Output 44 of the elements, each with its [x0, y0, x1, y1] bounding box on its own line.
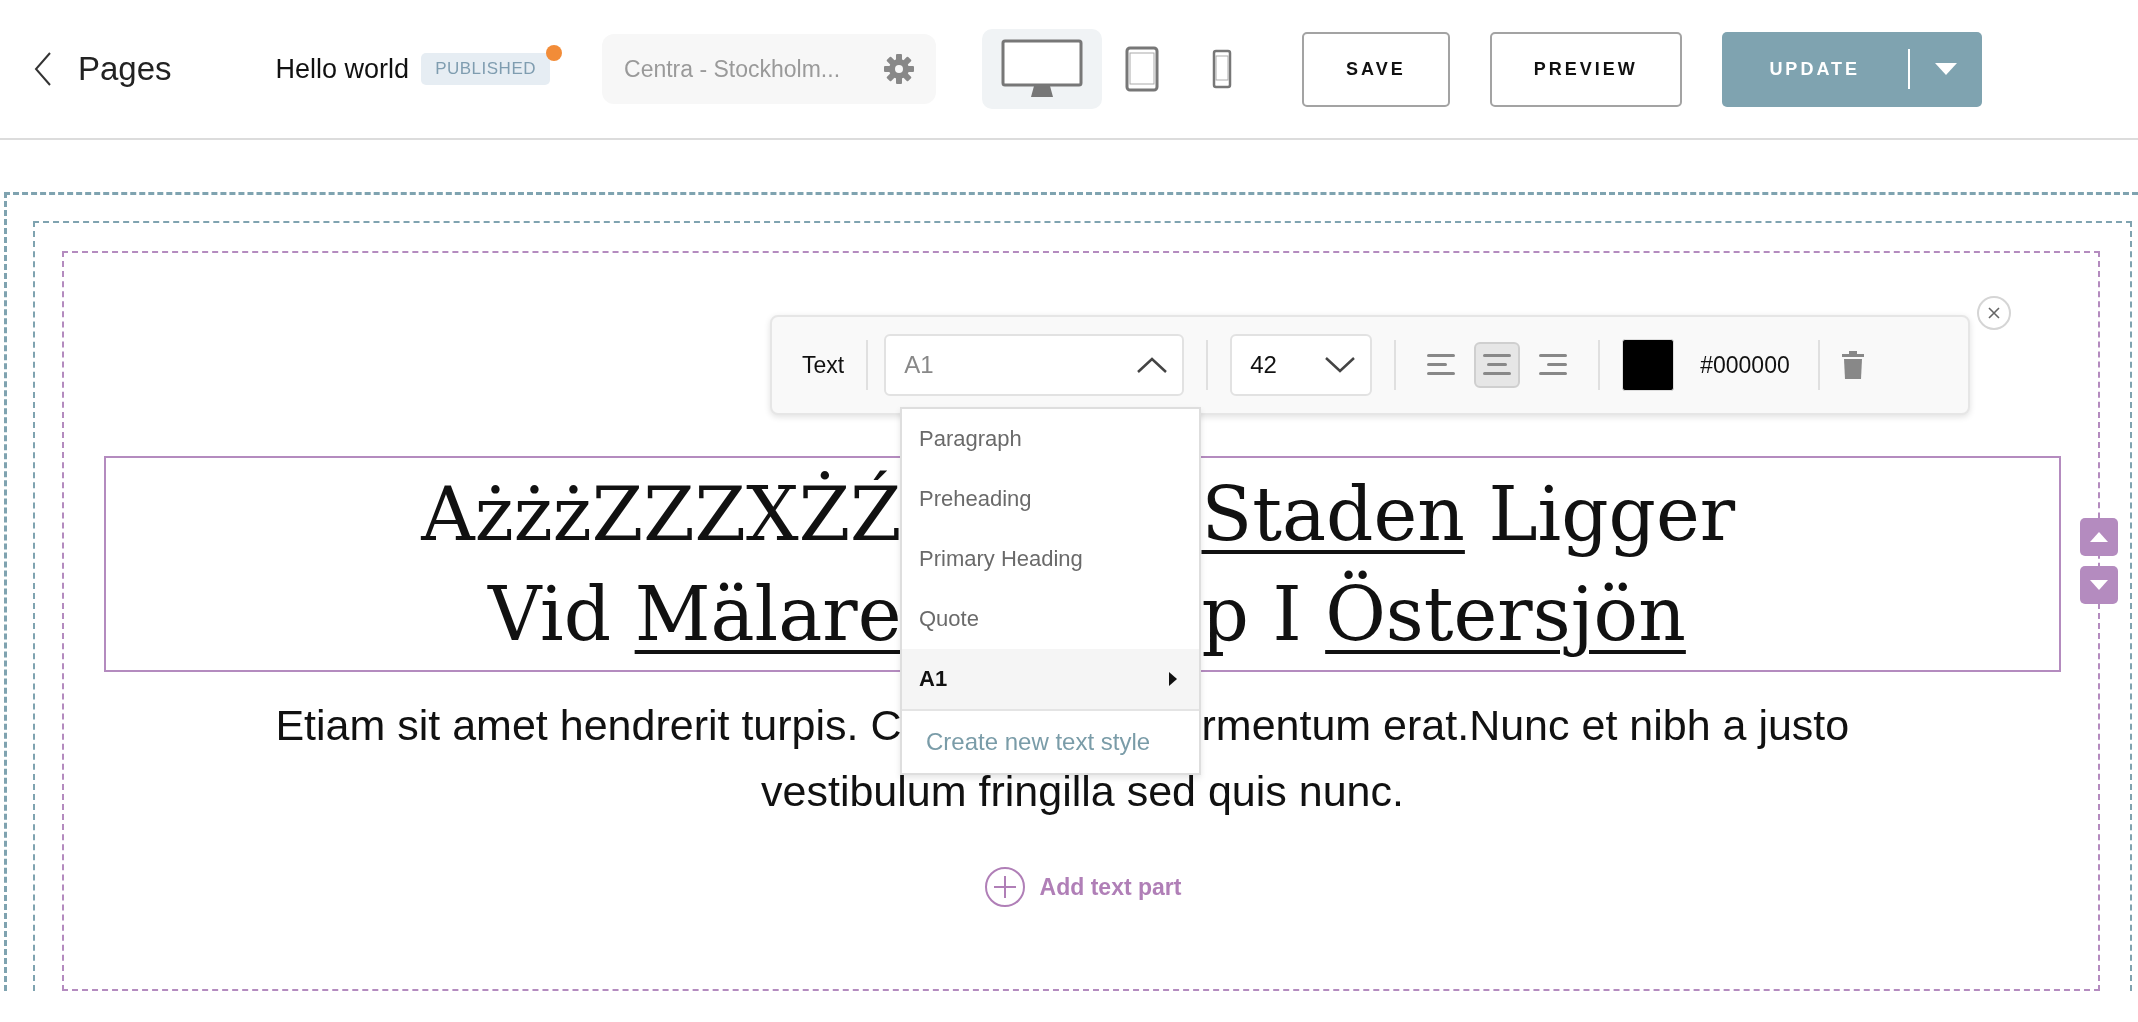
- body-text: Etiam sit amet hendrerit turpis. C: [274, 700, 902, 751]
- move-down-button[interactable]: [2080, 566, 2118, 604]
- toolbar-button[interactable]: PREVIEW: [1489, 31, 1682, 107]
- align-center-icon: [1483, 354, 1512, 376]
- menu-item[interactable]: Primary Heading: [902, 529, 1199, 589]
- tablet-icon: [1125, 46, 1159, 92]
- align-button[interactable]: [1474, 342, 1521, 388]
- plus-circle-icon: [983, 866, 1026, 908]
- toolbar-button[interactable]: SAVE: [1302, 31, 1450, 107]
- headline-text: AżżżZZZXŻŹ: [419, 469, 902, 559]
- triangle-down-icon: [2090, 580, 2108, 590]
- chevron-icon: [1324, 356, 1357, 374]
- settings-icon: [884, 54, 914, 84]
- headline-text: p I Östersjön: [1201, 569, 1687, 659]
- desktop-icon: [1001, 39, 1083, 99]
- color-swatch[interactable]: [1622, 339, 1675, 391]
- chevron-icon: [1136, 356, 1169, 374]
- delete-button[interactable]: [1841, 351, 1864, 379]
- create-style-link[interactable]: Create new text style: [902, 709, 1199, 773]
- font-size-select[interactable]: 42: [1230, 334, 1373, 396]
- move-up-button[interactable]: [2080, 518, 2118, 556]
- menu-item[interactable]: A1: [902, 649, 1199, 709]
- trash-icon: [1841, 351, 1864, 379]
- page-title: Hello world: [275, 53, 410, 85]
- body-text: rmentum erat.Nunc et nibh a justo: [1201, 700, 1851, 751]
- back-link[interactable]: Pages: [30, 46, 176, 92]
- notification-dot: [546, 45, 562, 61]
- close-button[interactable]: [1977, 296, 2011, 330]
- menu-item[interactable]: Preheading: [902, 469, 1199, 529]
- phone-icon: [1212, 49, 1232, 89]
- close-icon: [1988, 307, 2000, 319]
- menu-item[interactable]: Quote: [902, 589, 1199, 649]
- device-toggle[interactable]: [982, 29, 1102, 109]
- color-value: #000000: [1700, 351, 1790, 379]
- text-style-select[interactable]: A1: [884, 334, 1185, 396]
- headline-text: Vid Mälare: [486, 570, 902, 659]
- headline-text: Staden Ligger: [1201, 470, 1737, 559]
- align-left-icon: [1427, 354, 1456, 376]
- align-right-icon: [1539, 354, 1568, 376]
- caret-icon: [1934, 63, 1957, 75]
- add-text-part-button[interactable]: Add text part: [983, 866, 1182, 908]
- triangle-up-icon: [2090, 532, 2108, 542]
- toolbar-label: Text: [802, 351, 845, 379]
- chevron-left-icon: [34, 51, 52, 87]
